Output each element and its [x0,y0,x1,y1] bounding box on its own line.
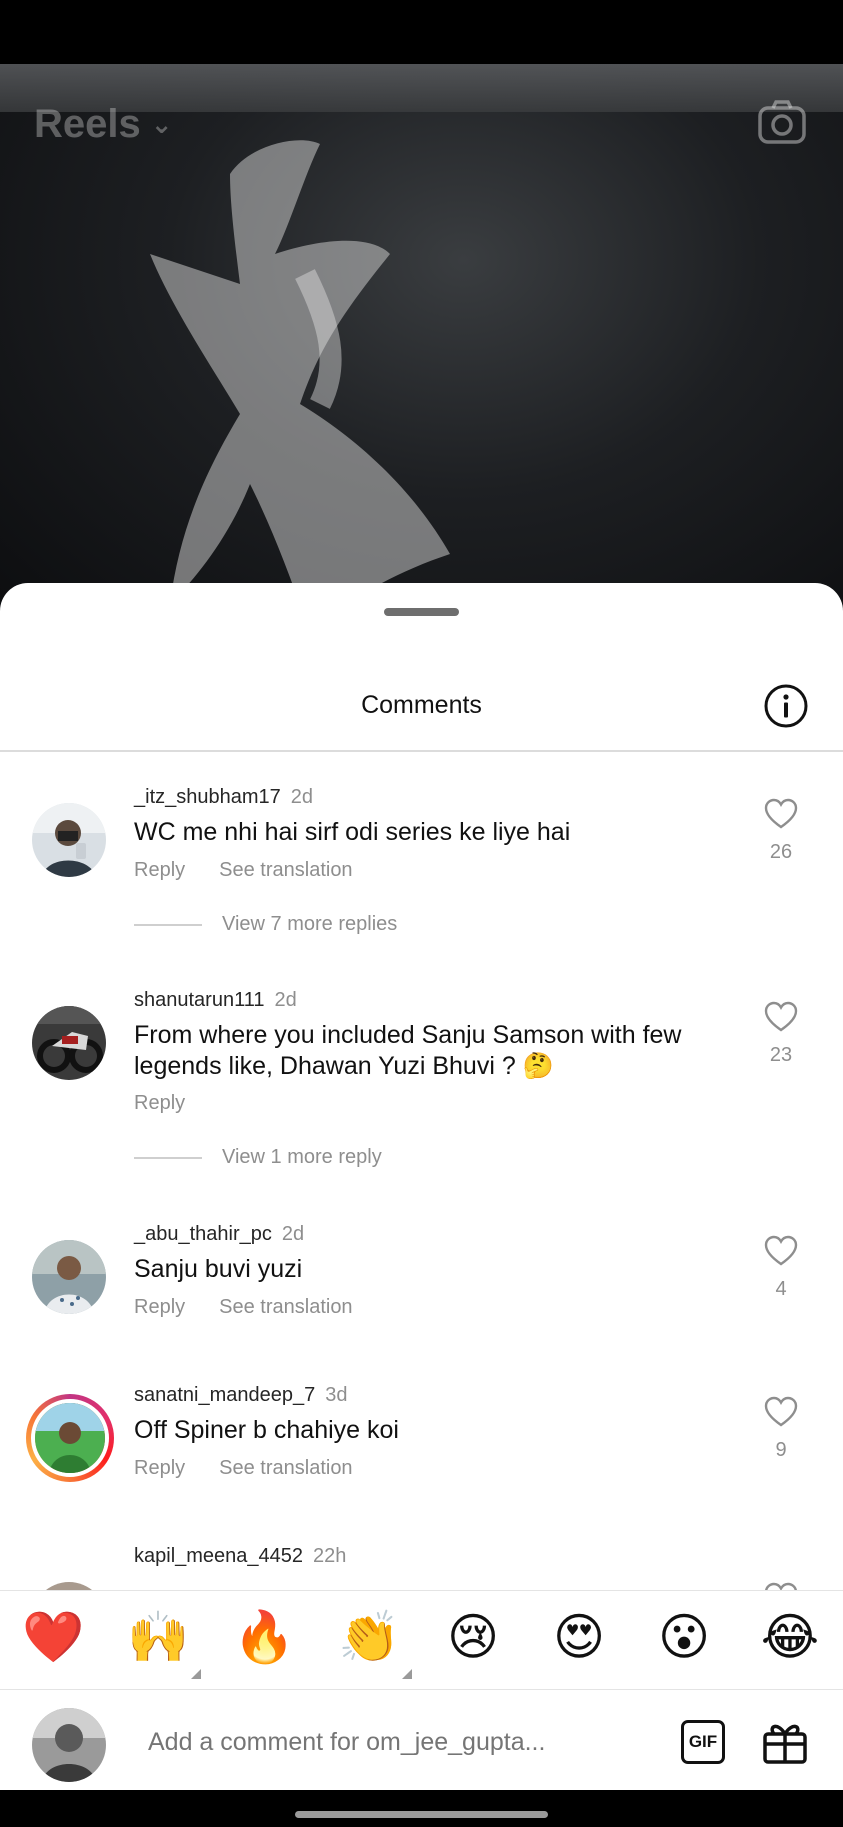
comment-compose-bar: GIF [0,1690,843,1790]
like-control[interactable]: 4 [760,1235,802,1301]
like-control[interactable]: 26 [760,798,802,864]
comment-meta: sanatni_mandeep_7 3d [134,1384,348,1407]
comment-meta: kapil_meena_4452 22h [134,1545,346,1568]
avatar[interactable] [32,1582,106,1590]
sheet-drag-handle[interactable] [384,608,459,616]
comment-username[interactable]: _itz_shubham17 [134,786,281,808]
comment-meta: _itz_shubham17 2d [134,786,313,809]
comment-meta: _abu_thahir_pc 2d [134,1223,304,1246]
comment-username[interactable]: sanatni_mandeep_7 [134,1384,315,1406]
video-art [150,140,450,624]
replies-line [134,923,202,926]
heart-outline-icon[interactable] [764,798,798,830]
see-translation-button[interactable]: See translation [219,859,352,882]
emoji-raised-hands-button[interactable]: 🙌 [127,1607,201,1679]
view-replies-label: View 7 more replies [222,913,398,935]
gift-icon[interactable] [760,1716,810,1766]
comment-list[interactable]: _itz_shubham17 2d WC me nhi hai sirf odi … [0,753,843,1590]
comment-meta: shanutarun111 2d [134,989,297,1012]
like-count: 23 [769,1044,793,1066]
skin-tone-indicator [191,1669,201,1679]
reply-button[interactable]: Reply [134,859,185,882]
emoji-heart-button[interactable]: ❤️ [22,1607,84,1667]
skin-tone-indicator [402,1669,412,1679]
comment-item: kapil_meena_4452 22h [0,1512,843,1590]
status-bar [0,0,843,64]
avatar-story-ring[interactable] [26,1394,114,1482]
avatar[interactable] [32,803,106,877]
reel-video-background[interactable]: Reels ⌄ [0,64,843,624]
emoji-clapping-button[interactable]: 👏 [338,1607,412,1679]
comment-username[interactable]: shanutarun111 [134,989,264,1011]
like-control[interactable]: 9 [760,1396,802,1462]
heart-outline-icon[interactable] [764,1001,798,1033]
comment-actions: Reply See translation [134,1457,353,1480]
my-avatar [32,1708,106,1782]
reply-button[interactable]: Reply [134,1296,185,1319]
view-replies-button[interactable]: View 7 more replies [134,913,397,936]
avatar[interactable] [32,1240,106,1314]
emoji-fire-button[interactable]: 🔥 [233,1607,295,1667]
comment-time: 2d [290,786,314,808]
replies-line [134,1156,202,1159]
see-translation-button[interactable]: See translation [219,1457,352,1480]
like-control[interactable] [760,1582,802,1590]
info-icon[interactable] [763,683,809,729]
header-divider [0,750,843,752]
heart-outline-icon[interactable] [764,1396,798,1428]
comment-actions: Reply See translation [134,1296,353,1319]
home-indicator[interactable] [295,1811,548,1818]
chevron-down-icon: ⌄ [150,109,173,139]
heart-outline-icon[interactable] [764,1582,798,1590]
emoji-raised-hands-label: 🙌 [127,1608,190,1666]
gif-button[interactable]: GIF [681,1720,725,1764]
heart-outline-icon[interactable] [764,1235,798,1267]
avatar[interactable] [32,1006,106,1080]
avatar [31,1399,109,1477]
camera-icon[interactable] [757,98,807,148]
comment-username[interactable]: kapil_meena_4452 [134,1545,303,1567]
comment-time: 2d [274,989,297,1011]
emoji-laughing-button[interactable]: 😂 [760,1607,820,1667]
comment-text: Sanju buvi yuzi [134,1255,303,1283]
comment-username[interactable]: _abu_thahir_pc [134,1223,272,1245]
comment-text: From where you included Sanju Samson wit… [134,1021,682,1080]
comment-time: 3d [325,1384,348,1406]
comment-time: 22h [313,1545,347,1567]
comment-input[interactable] [148,1720,568,1764]
emoji-heart-eyes-button[interactable]: 😍 [549,1607,609,1667]
sheet-title: Comments [361,691,482,719]
system-nav-bar [0,1790,843,1827]
emoji-surprised-button[interactable]: 😮 [654,1607,714,1667]
reply-button[interactable]: Reply [134,1457,185,1480]
comment-text: WC me nhi hai sirf odi series ke liye ha… [134,818,571,846]
view-replies-label: View 1 more reply [222,1146,382,1168]
like-count: 4 [775,1278,787,1300]
quick-reaction-bar: ❤️ 🙌 🔥 👏 😢 😍 😮 😂 [0,1590,843,1690]
emoji-clapping-label: 👏 [338,1608,401,1666]
emoji-crying-button[interactable]: 😢 [443,1607,503,1667]
like-count: 9 [775,1439,787,1461]
see-translation-button[interactable]: See translation [219,1296,352,1319]
comment-text: Off Spiner b chahiye koi [134,1416,399,1444]
like-count: 26 [769,841,793,863]
reels-title-label: Reels [34,102,141,146]
comment-time: 2d [281,1223,305,1245]
reels-title[interactable]: Reels ⌄ [34,102,173,147]
like-control[interactable]: 23 [760,1001,802,1067]
comment-actions: Reply See translation [134,859,353,882]
reply-button[interactable]: Reply [134,1092,185,1115]
comment-actions: Reply [134,1092,185,1115]
view-replies-button[interactable]: View 1 more reply [134,1146,382,1169]
